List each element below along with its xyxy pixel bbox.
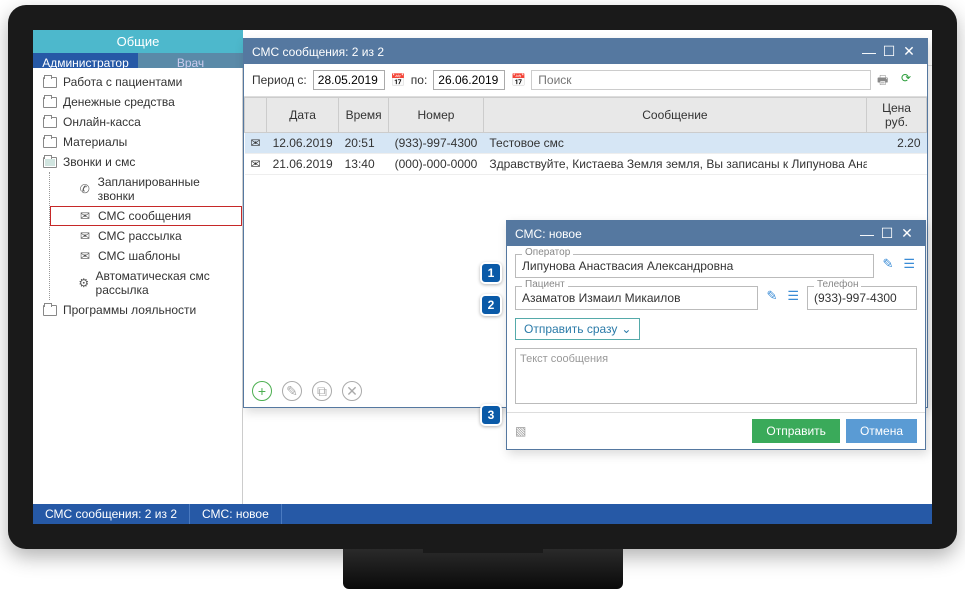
sidebar-item-sms-mailing[interactable]: ✉СМС рассылка xyxy=(50,226,242,246)
folder-icon xyxy=(43,97,57,108)
sms-window-title: СМС сообщения: 2 из 2 xyxy=(252,45,384,59)
close-icon[interactable]: ✕ xyxy=(897,225,917,242)
col-price[interactable]: Цена руб. xyxy=(867,98,927,133)
status-segment[interactable]: СМС сообщения: 2 из 2 xyxy=(33,504,190,524)
folder-icon xyxy=(43,137,57,148)
edit-button[interactable]: ✎ xyxy=(282,381,302,401)
phone-icon: ✆ xyxy=(78,182,92,196)
chevron-down-icon: ⌄ xyxy=(621,322,631,336)
callout-3: 3 xyxy=(480,404,502,426)
sidebar-item-materials[interactable]: Материалы xyxy=(33,132,242,152)
calendar-icon[interactable]: 📅 xyxy=(511,73,525,87)
edit-icon[interactable]: ✎ xyxy=(764,286,779,310)
sidebar-item-auto-sms[interactable]: ⚙Автоматическая смс рассылка xyxy=(50,266,242,300)
callout-2: 2 xyxy=(480,294,502,316)
list-icon[interactable]: ☰ xyxy=(785,286,801,310)
status-segment[interactable]: СМС: новое xyxy=(190,504,282,524)
cancel-button[interactable]: Отмена xyxy=(846,419,917,443)
message-textarea[interactable]: Текст сообщения xyxy=(515,348,917,404)
envelope-icon: ✉ xyxy=(78,209,92,223)
maximize-icon[interactable]: ☐ xyxy=(879,43,899,60)
envelope-icon: ✉ xyxy=(245,133,267,154)
table-row[interactable]: ✉ 21.06.2019 13:40 (000)-000-0000 Здравс… xyxy=(245,154,927,175)
folder-open-icon xyxy=(43,157,57,168)
copy-button[interactable]: ⧉ xyxy=(312,381,332,401)
sidebar-item-patients[interactable]: Работа с пациентами xyxy=(33,72,242,92)
send-mode-select[interactable]: Отправить сразу ⌄ xyxy=(515,318,640,340)
envelope-icon: ✉ xyxy=(245,154,267,175)
callout-1: 1 xyxy=(480,262,502,284)
minimize-icon[interactable]: — xyxy=(859,44,879,60)
operator-field: Оператор Липунова Анаствасия Александров… xyxy=(515,254,874,278)
phone-field[interactable]: Телефон (933)-997-4300 xyxy=(807,286,917,310)
col-message[interactable]: Сообщение xyxy=(483,98,866,133)
table-row[interactable]: ✉ 12.06.2019 20:51 (933)-997-4300 Тестов… xyxy=(245,133,927,154)
folder-icon xyxy=(43,117,57,128)
status-bar: СМС сообщения: 2 из 2 СМС: новое xyxy=(33,504,932,524)
delete-button[interactable]: ✕ xyxy=(342,381,362,401)
edit-icon[interactable]: ✎ xyxy=(880,254,895,278)
search-input[interactable] xyxy=(531,70,871,90)
maximize-icon[interactable]: ☐ xyxy=(877,225,897,242)
date-from-input[interactable] xyxy=(313,70,385,90)
new-sms-window: СМС: новое — ☐ ✕ Оператор Липунова Анаст… xyxy=(506,220,926,450)
print-icon[interactable]: 🖶 xyxy=(877,71,895,89)
new-sms-title: СМС: новое xyxy=(515,227,582,241)
close-icon[interactable]: ✕ xyxy=(899,43,919,60)
sidebar-item-sms-messages[interactable]: ✉СМС сообщения xyxy=(50,206,242,226)
refresh-icon[interactable]: ⟳ xyxy=(901,71,919,89)
attachment-icon[interactable]: ▧ xyxy=(515,424,526,438)
sidebar-item-loyalty[interactable]: Программы лояльности xyxy=(33,300,242,320)
period-from-label: Период с: xyxy=(252,73,307,87)
envelope-icon: ✉ xyxy=(78,249,92,263)
col-number[interactable]: Номер xyxy=(389,98,484,133)
minimize-icon[interactable]: — xyxy=(857,226,877,242)
sidebar-item-money[interactable]: Денежные средства xyxy=(33,92,242,112)
sms-table: Дата Время Номер Сообщение Цена руб. ✉ 1… xyxy=(244,97,927,175)
folder-icon xyxy=(43,305,57,316)
sidebar-item-calls-sms[interactable]: Звонки и смс xyxy=(33,152,242,172)
period-to-label: по: xyxy=(411,73,428,87)
sidebar-item-planned-calls[interactable]: ✆Запланированные звонки xyxy=(50,172,242,206)
gear-icon: ⚙ xyxy=(78,276,90,290)
envelope-icon: ✉ xyxy=(78,229,92,243)
date-to-input[interactable] xyxy=(433,70,505,90)
tab-general[interactable]: Общие xyxy=(33,30,243,53)
sidebar-item-kassa[interactable]: Онлайн-касса xyxy=(33,112,242,132)
patient-field[interactable]: Пациент Азаматов Измаил Микаилов xyxy=(515,286,758,310)
calendar-icon[interactable]: 📅 xyxy=(391,73,405,87)
list-icon[interactable]: ☰ xyxy=(901,254,917,278)
folder-icon xyxy=(43,77,57,88)
col-time[interactable]: Время xyxy=(339,98,389,133)
add-button[interactable]: + xyxy=(252,381,272,401)
col-date[interactable]: Дата xyxy=(267,98,339,133)
sidebar-item-sms-templates[interactable]: ✉СМС шаблоны xyxy=(50,246,242,266)
send-button[interactable]: Отправить xyxy=(752,419,840,443)
